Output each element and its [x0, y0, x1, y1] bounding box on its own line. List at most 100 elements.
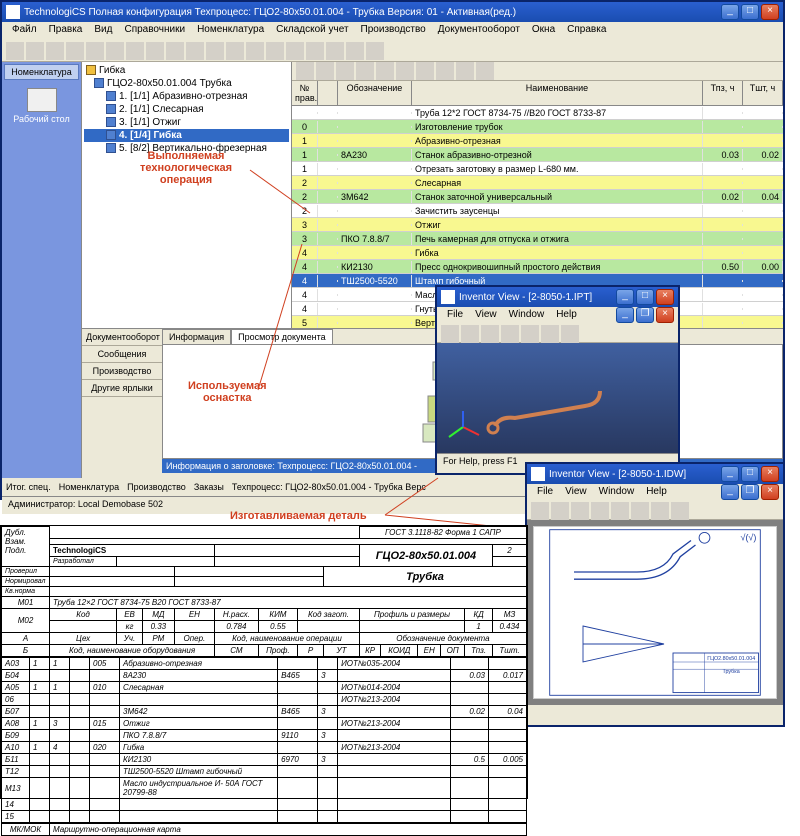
tree-part[interactable]: ГЦО2-80х50.01.004 Трубка: [84, 77, 289, 90]
menu-stock[interactable]: Складской учет: [270, 22, 354, 40]
doc-tab[interactable]: Другие ярлыки: [82, 380, 162, 397]
toolbar-button[interactable]: [356, 62, 374, 80]
toolbar-button[interactable]: [326, 42, 344, 60]
toolbar-button[interactable]: [166, 42, 184, 60]
toolbar-button[interactable]: [336, 62, 354, 80]
toolbar-button[interactable]: [396, 62, 414, 80]
ws-tab[interactable]: Итог. спец.: [6, 482, 51, 492]
toolbar-button[interactable]: [611, 502, 629, 520]
menu-nomen[interactable]: Номенклатура: [191, 22, 270, 40]
toolbar-button[interactable]: [26, 42, 44, 60]
tree-root[interactable]: Гибка: [84, 64, 289, 77]
ws-tab[interactable]: Номенклатура: [59, 482, 119, 492]
toolbar-button[interactable]: [521, 325, 539, 343]
toolbar-button[interactable]: [106, 42, 124, 60]
ws-tab[interactable]: Заказы: [194, 482, 224, 492]
toolbar-button[interactable]: [316, 62, 334, 80]
toolbar-button[interactable]: [436, 62, 454, 80]
toolbar-button[interactable]: [671, 502, 689, 520]
mdi-close[interactable]: ×: [656, 307, 674, 323]
nav-item-desktop[interactable]: Рабочий стол: [4, 82, 79, 130]
toolbar-button[interactable]: [591, 502, 609, 520]
menu-edit[interactable]: Правка: [43, 22, 89, 40]
main-menubar[interactable]: Файл Правка Вид Справочники Номенклатура…: [2, 22, 783, 40]
toolbar-button[interactable]: [551, 502, 569, 520]
toolbar-button[interactable]: [246, 42, 264, 60]
mdi-restore[interactable]: ❐: [636, 307, 654, 323]
tree-op[interactable]: 1. [1/1] Абразивно-отрезная: [84, 90, 289, 103]
tree-op[interactable]: 3. [1/1] Отжиг: [84, 116, 289, 129]
inventor-ipt-window[interactable]: Inventor View - [2-8050-1.IPT] _□× FileV…: [435, 285, 680, 475]
toolbar-button[interactable]: [531, 502, 549, 520]
table-row[interactable]: 2Зачистить заусенцы: [292, 204, 783, 218]
table-row[interactable]: 18А230Станок абразивно-отрезной0.030.02: [292, 148, 783, 162]
ws-tab[interactable]: Производство: [127, 482, 186, 492]
ipt-titlebar[interactable]: Inventor View - [2-8050-1.IPT] _□×: [437, 287, 678, 307]
inventor-idw-window[interactable]: Inventor View - [2-8050-1.IDW] _□× FileV…: [525, 462, 785, 727]
toolbar-button[interactable]: [6, 42, 24, 60]
doc-tab[interactable]: Производство: [82, 363, 162, 380]
preview-tab-info[interactable]: Информация: [162, 329, 231, 344]
doc-tab[interactable]: Документооборот: [82, 329, 162, 346]
nav-tab-nomen[interactable]: Номенклатура: [4, 64, 79, 80]
ipt-3d-viewport[interactable]: [437, 343, 678, 453]
minimize-button[interactable]: _: [721, 4, 739, 20]
toolbar-button[interactable]: [286, 42, 304, 60]
menu-view[interactable]: Вид: [88, 22, 118, 40]
toolbar-button[interactable]: [441, 325, 459, 343]
menu-ref[interactable]: Справочники: [118, 22, 191, 40]
preview-tab-doc[interactable]: Просмотр документа: [231, 329, 333, 344]
maximize-button[interactable]: □: [741, 466, 759, 482]
toolbar-button[interactable]: [631, 502, 649, 520]
minimize-button[interactable]: _: [721, 466, 739, 482]
table-row[interactable]: 3Отжиг: [292, 218, 783, 232]
mdi-minimize[interactable]: _: [721, 484, 739, 500]
table-row[interactable]: 2Слесарная: [292, 176, 783, 190]
toolbar-button[interactable]: [186, 42, 204, 60]
toolbar-button[interactable]: [541, 325, 559, 343]
idw-titlebar[interactable]: Inventor View - [2-8050-1.IDW] _□×: [527, 464, 783, 484]
table-row[interactable]: 1Отрезать заготовку в размер L-680 мм.: [292, 162, 783, 176]
toolbar-button[interactable]: [206, 42, 224, 60]
table-row[interactable]: 0Изготовление трубок: [292, 120, 783, 134]
close-button[interactable]: ×: [761, 466, 779, 482]
close-button[interactable]: ×: [656, 289, 674, 305]
toolbar-button[interactable]: [366, 42, 384, 60]
table-row[interactable]: 4Гибка: [292, 246, 783, 260]
toolbar-button[interactable]: [46, 42, 64, 60]
tree-op-selected[interactable]: 4. [1/4] Гибка: [84, 129, 289, 142]
menu-docflow[interactable]: Документооборот: [432, 22, 526, 40]
toolbar-button[interactable]: [456, 62, 474, 80]
toolbar-button[interactable]: [66, 42, 84, 60]
toolbar-button[interactable]: [501, 325, 519, 343]
toolbar-button[interactable]: [86, 42, 104, 60]
toolbar-button[interactable]: [346, 42, 364, 60]
menu-windows[interactable]: Окна: [526, 22, 561, 40]
toolbar-button[interactable]: [266, 42, 284, 60]
table-row[interactable]: 1Абразивно-отрезная: [292, 134, 783, 148]
menu-help[interactable]: Справка: [561, 22, 612, 40]
idw-viewport[interactable]: √(√) ГЦО2.80х50.01.004 Трубка: [527, 520, 783, 705]
mdi-restore[interactable]: ❐: [741, 484, 759, 500]
maximize-button[interactable]: □: [741, 4, 759, 20]
ws-tab[interactable]: Техпроцесс: ГЦО2-80х50.01.004 - Трубка В…: [232, 482, 426, 492]
toolbar-button[interactable]: [306, 42, 324, 60]
menu-file[interactable]: Файл: [6, 22, 43, 40]
toolbar-button[interactable]: [126, 42, 144, 60]
toolbar-button[interactable]: [376, 62, 394, 80]
mdi-close[interactable]: ×: [761, 484, 779, 500]
idw-menubar[interactable]: FileViewWindowHelp _❐×: [527, 484, 783, 502]
maximize-button[interactable]: □: [636, 289, 654, 305]
close-button[interactable]: ×: [761, 4, 779, 20]
toolbar-button[interactable]: [476, 62, 494, 80]
toolbar-button[interactable]: [561, 325, 579, 343]
tree-op[interactable]: 2. [1/1] Слесарная: [84, 103, 289, 116]
toolbar-button[interactable]: [481, 325, 499, 343]
table-row[interactable]: 23М642Станок заточной универсальный0.020…: [292, 190, 783, 204]
minimize-button[interactable]: _: [616, 289, 634, 305]
toolbar-button[interactable]: [416, 62, 434, 80]
toolbar-button[interactable]: [571, 502, 589, 520]
toolbar-button[interactable]: [226, 42, 244, 60]
table-row[interactable]: Труба 12*2 ГОСТ 8734-75 //В20 ГОСТ 8733-…: [292, 106, 783, 120]
toolbar-button[interactable]: [146, 42, 164, 60]
